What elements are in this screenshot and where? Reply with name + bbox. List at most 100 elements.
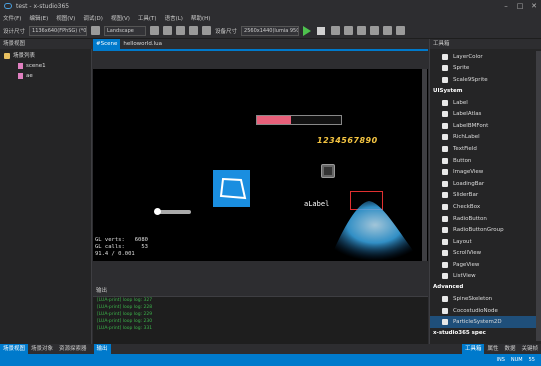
- menu-item[interactable]: 调试(D): [83, 14, 103, 22]
- export-icon[interactable]: [202, 26, 212, 35]
- component-item-selected[interactable]: ParticleSystem2D: [430, 316, 541, 329]
- component-item[interactable]: SpineSkeleton: [430, 293, 541, 305]
- maximize-icon[interactable]: □: [513, 0, 527, 12]
- tree-folder[interactable]: 场景列表: [0, 51, 92, 61]
- scene-tree: 场景列表 scene1 ae: [0, 51, 92, 81]
- tool-icon[interactable]: [383, 26, 393, 35]
- component-item[interactable]: RadioButtonGroup: [430, 224, 541, 236]
- save-icon[interactable]: [163, 26, 173, 35]
- new-file-icon[interactable]: [150, 26, 160, 35]
- component-icon: [442, 238, 448, 245]
- component-list: LayerColor Sprite Scale9Sprite UISystem …: [430, 51, 541, 339]
- tab-scene-objects[interactable]: 场景对象: [28, 344, 56, 354]
- tab-properties[interactable]: 属性: [484, 344, 501, 354]
- tab-output[interactable]: 输出: [93, 344, 111, 354]
- component-item[interactable]: LabelAtlas: [430, 108, 541, 120]
- orientation-select[interactable]: Landscape: [104, 25, 147, 36]
- output-line: [LUA-print] loop log: 230: [97, 319, 153, 324]
- component-item[interactable]: Sprite: [430, 63, 541, 75]
- tab-helloworld[interactable]: helloworld.lua: [120, 39, 165, 49]
- tab-scene[interactable]: #Scene: [93, 39, 121, 49]
- gl-stats: GL verts: 6080 GL calls: 53 91.4 / 0.001: [95, 237, 148, 258]
- output-panel: [LUA-print] loop log: 327 [LUA-print] lo…: [93, 296, 428, 344]
- component-item[interactable]: LayerColor: [430, 51, 541, 63]
- design-size-select[interactable]: 1136x640(FPhSG) (*0.66: [29, 25, 88, 36]
- tab-scene-view[interactable]: 场景视图: [0, 344, 29, 354]
- component-item[interactable]: PageView: [430, 259, 541, 271]
- menu-item[interactable]: 语言(L): [165, 14, 183, 22]
- panel-header: 场景视图: [0, 39, 92, 49]
- component-item[interactable]: ScrollView: [430, 248, 541, 260]
- group-header[interactable]: Advanced: [430, 282, 541, 293]
- save-all-icon[interactable]: [176, 26, 186, 35]
- stop-icon[interactable]: [317, 26, 326, 35]
- refresh-icon[interactable]: [91, 26, 101, 35]
- component-item[interactable]: CocostudioNode: [430, 305, 541, 317]
- component-item[interactable]: Layout: [430, 236, 541, 248]
- component-item[interactable]: RichLabel: [430, 132, 541, 144]
- device-size-select[interactable]: 2560x1440(lumia 950XL): [241, 25, 300, 36]
- loading-bar-fill: [257, 116, 291, 124]
- close-icon[interactable]: ✕: [527, 0, 541, 12]
- editor-tabs: #Scene helloworld.lua: [93, 39, 428, 49]
- component-label: Layout: [453, 238, 472, 245]
- component-label: ScrollView: [453, 250, 482, 257]
- menu-item[interactable]: 文件(F): [3, 14, 21, 22]
- tool-icon[interactable]: [331, 26, 341, 35]
- menu-bar: 文件(F) 编辑(E) 视图(V) 调试(D) 视图(V) 工具(T) 语言(L…: [0, 12, 541, 23]
- component-label: Sprite: [453, 65, 470, 72]
- component-icon: [442, 273, 448, 280]
- component-item[interactable]: Scale9Sprite: [430, 74, 541, 86]
- tool-icon[interactable]: [344, 26, 354, 35]
- loading-bar[interactable]: [256, 115, 342, 125]
- minimize-icon[interactable]: –: [499, 0, 513, 12]
- component-icon: [442, 65, 448, 72]
- component-icon: [442, 111, 448, 118]
- viewport-scrollbar[interactable]: [422, 69, 427, 261]
- component-icon: [442, 99, 448, 106]
- component-icon: [442, 180, 448, 187]
- menu-item[interactable]: 工具(T): [138, 14, 157, 22]
- menu-item[interactable]: 视图(V): [111, 14, 130, 22]
- tab-toolbox[interactable]: 工具箱: [461, 344, 485, 354]
- component-item[interactable]: TextField: [430, 143, 541, 155]
- component-item[interactable]: LoadingBar: [430, 178, 541, 190]
- component-item[interactable]: Label: [430, 97, 541, 109]
- tree-label: 场景列表: [13, 53, 36, 59]
- tool-icon[interactable]: [370, 26, 380, 35]
- tree-item[interactable]: scene1: [0, 61, 92, 71]
- label-atlas-digits[interactable]: 1234567890: [317, 136, 378, 145]
- output-line: [LUA-print] loop log: 228: [97, 305, 153, 310]
- scene-viewport[interactable]: 1234567890 aLabel GL verts: 6080 GL calls…: [93, 69, 428, 261]
- checkbox[interactable]: [321, 164, 335, 178]
- slider-bar[interactable]: [154, 208, 191, 215]
- group-header[interactable]: UISystem: [430, 86, 541, 97]
- component-item[interactable]: Button: [430, 155, 541, 167]
- tab-keyframes[interactable]: 关键帧: [518, 344, 541, 354]
- tool-icon[interactable]: [396, 26, 406, 35]
- component-label: RadioButtonGroup: [453, 227, 504, 234]
- component-item[interactable]: ImageView: [430, 166, 541, 178]
- component-item[interactable]: ListView: [430, 271, 541, 283]
- component-item[interactable]: SliderBar: [430, 190, 541, 202]
- tree-item[interactable]: ae: [0, 71, 92, 81]
- group-header[interactable]: x-studio365 spec: [430, 328, 541, 339]
- component-item[interactable]: CheckBox: [430, 201, 541, 213]
- particle-effect[interactable]: [321, 193, 428, 261]
- menu-item[interactable]: 视图(V): [56, 14, 75, 22]
- slider-thumb[interactable]: [154, 208, 161, 215]
- play-icon[interactable]: [303, 25, 312, 36]
- app-logo-icon: [4, 3, 12, 9]
- open-icon[interactable]: [189, 26, 199, 35]
- component-icon: [442, 203, 448, 210]
- tab-data[interactable]: 数据: [501, 344, 518, 354]
- toolbox-scrollbar[interactable]: [536, 51, 541, 341]
- menu-item[interactable]: 编辑(E): [29, 14, 48, 22]
- component-item[interactable]: LabelBMFont: [430, 120, 541, 132]
- image-view[interactable]: [213, 170, 250, 207]
- component-item[interactable]: RadioButton: [430, 213, 541, 225]
- tool-icon[interactable]: [357, 26, 367, 35]
- output-line: [LUA-print] loop log: 229: [97, 312, 153, 317]
- menu-item[interactable]: 帮助(H): [191, 14, 210, 22]
- tab-resource-explorer[interactable]: 资源探索器: [56, 344, 90, 354]
